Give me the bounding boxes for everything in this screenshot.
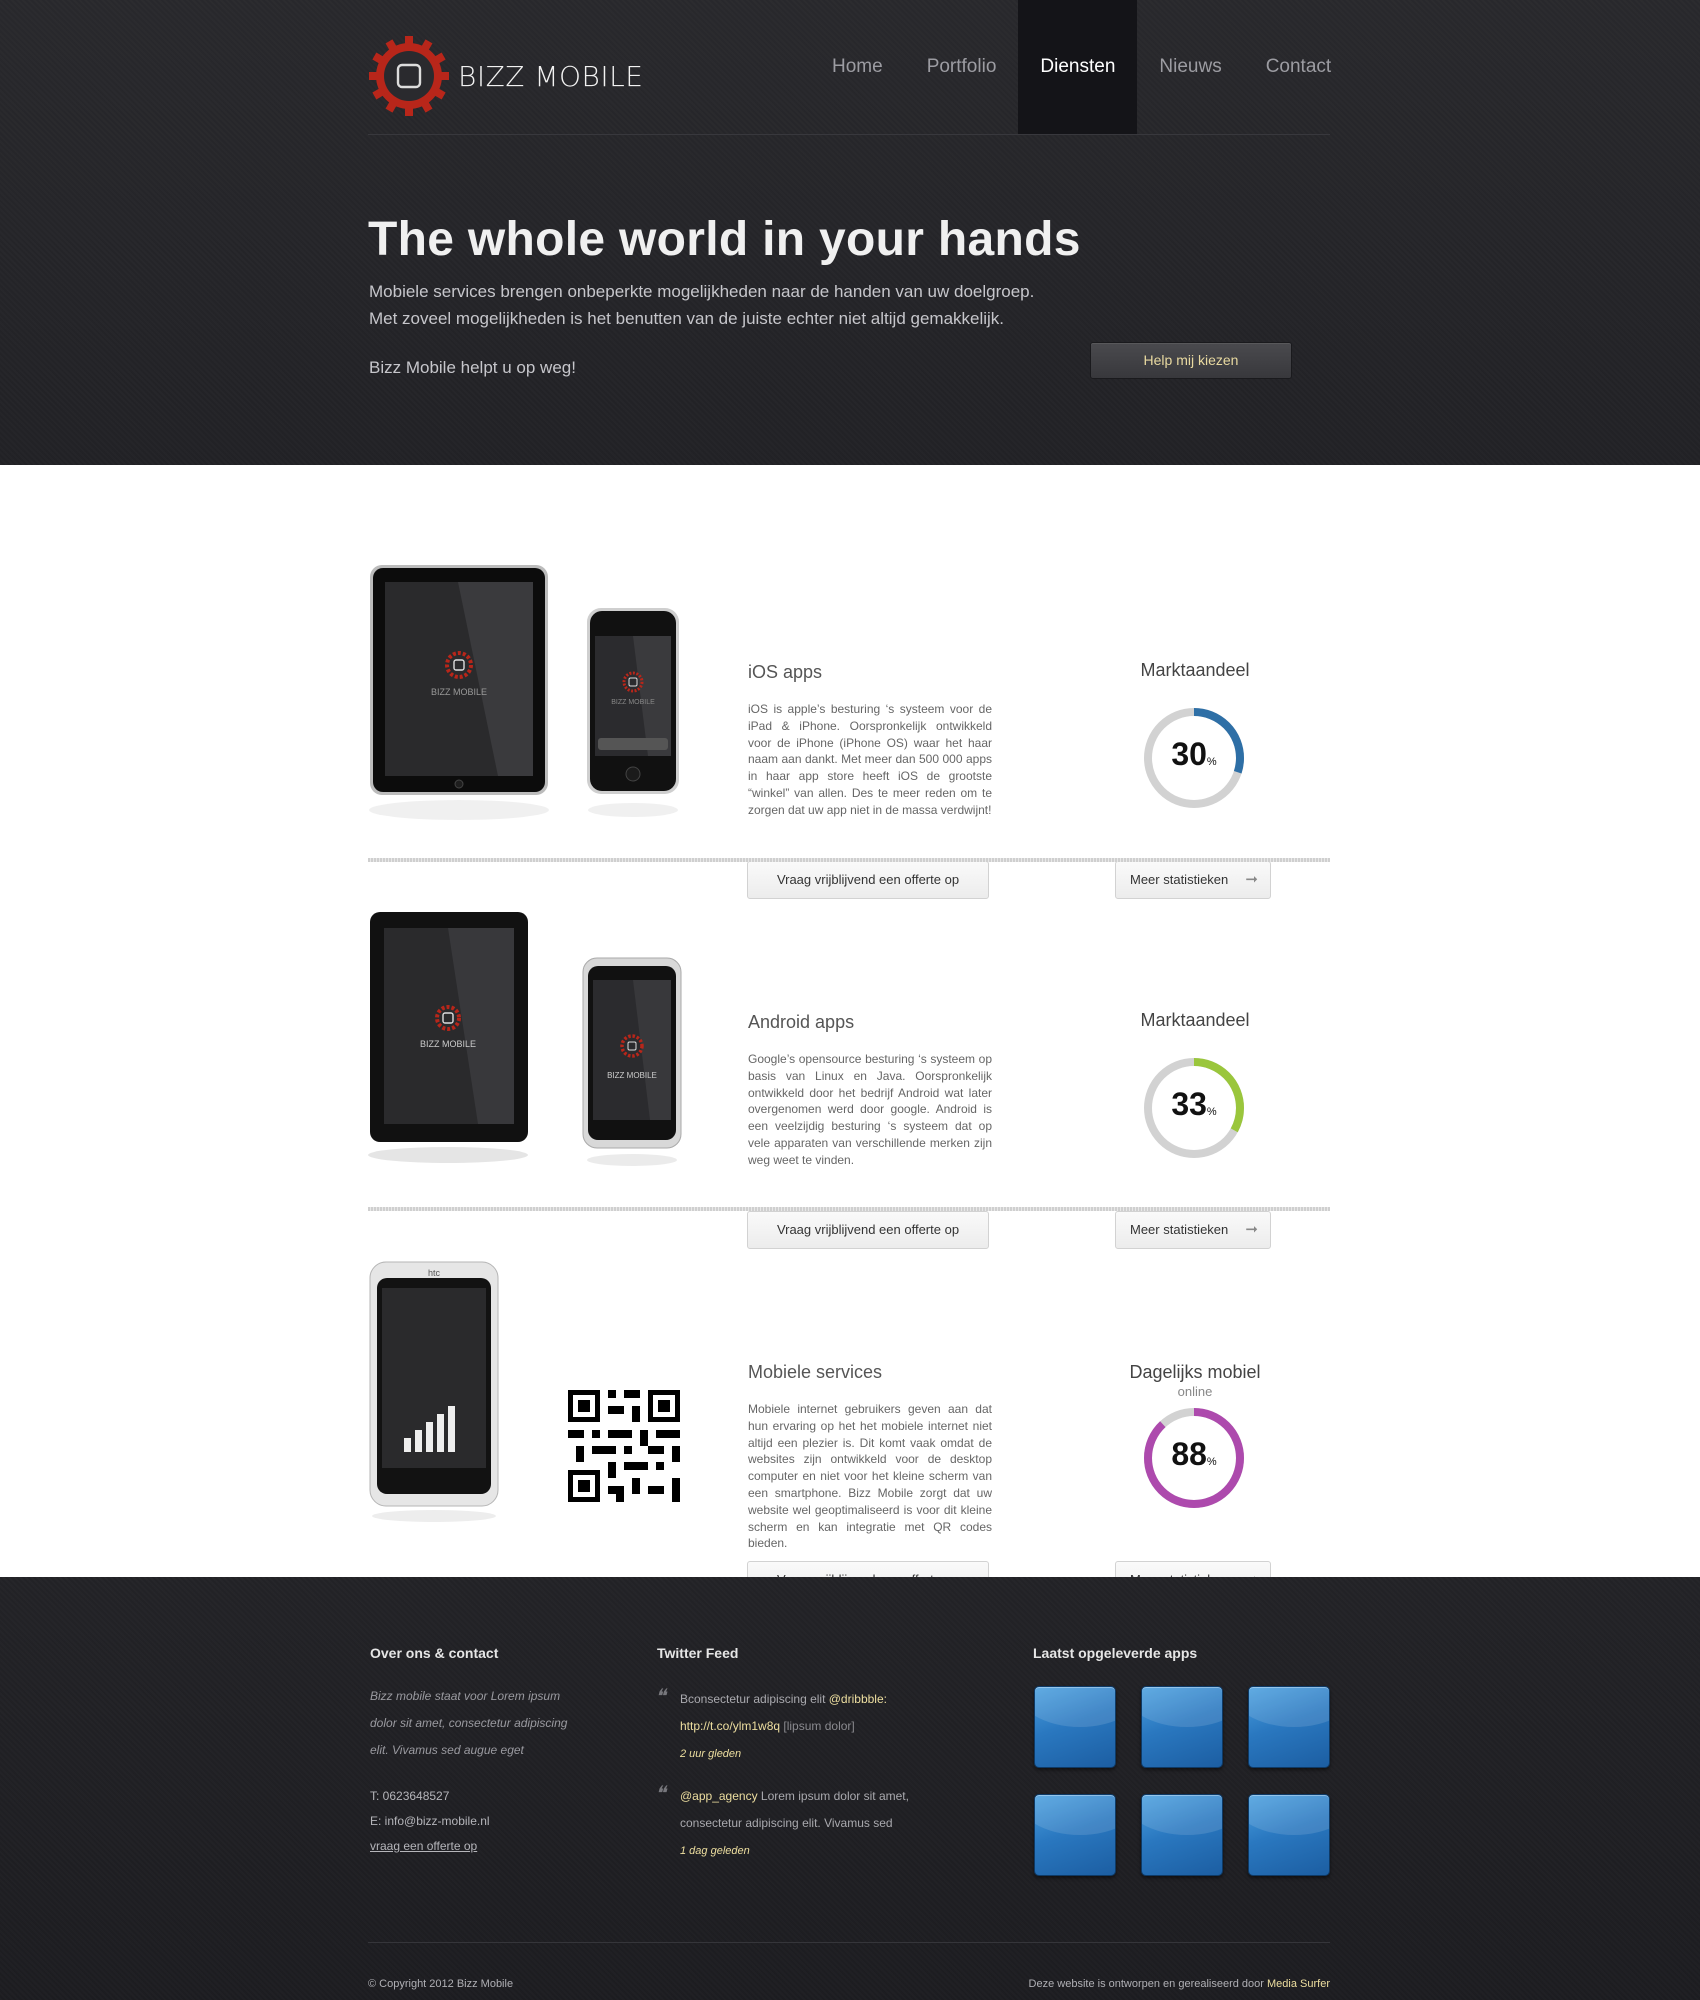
gear-logo-icon[interactable] — [368, 35, 450, 117]
section-divider — [368, 1207, 1330, 1211]
tweet-body: Bconsectetur adipiscing elit — [680, 1692, 829, 1706]
arrow-right-icon: ➞ — [1245, 1221, 1258, 1238]
tweet-time: 2 uur gleden — [680, 1748, 742, 1760]
footer-phone: T: 0623648527 — [370, 1789, 450, 1803]
quote-icon: ❝ — [655, 1781, 666, 1805]
request-quote-button[interactable]: Vraag vrijblijvend een offerte op — [747, 861, 989, 899]
main-nav: Home Portfolio Diensten Nieuws Contact — [810, 0, 1353, 134]
more-stats-label: Meer statistieken — [1130, 1222, 1229, 1237]
service-description: Mobiele internet gebruikers geven aan da… — [748, 1402, 992, 1551]
app-thumbnail[interactable] — [1248, 1794, 1330, 1876]
stat-unit: % — [1206, 1106, 1217, 1118]
footer-quote-link[interactable]: vraag een offerte op — [370, 1839, 477, 1853]
hero-line: Met zoveel mogelijkheden is het benutten… — [369, 309, 1005, 328]
nav-item-portfolio[interactable]: Portfolio — [905, 0, 1019, 134]
tweet-mention[interactable]: @app_agency — [680, 1789, 758, 1803]
stat-value: 33% — [1142, 1086, 1246, 1123]
android-tablet-phone-image: BIZZ MOBILE BIZZ MOBILE — [368, 912, 682, 1166]
service-description: Google’s opensource besturing ‘s systeem… — [748, 1052, 992, 1167]
footer-about-text: Bizz mobile staat voor Lorem ipsum dolor… — [370, 1689, 568, 1757]
service-description: iOS is apple’s besturing ‘s systeem voor… — [748, 702, 992, 817]
app-thumbnail[interactable] — [1141, 1686, 1223, 1768]
nav-item-contact[interactable]: Contact — [1244, 0, 1353, 134]
nav-item-diensten[interactable]: Diensten — [1018, 0, 1138, 134]
device-screen-brand: BIZZ MOBILE — [611, 699, 655, 706]
more-stats-label: Meer statistieken — [1130, 872, 1229, 887]
stat-number: 30 — [1171, 736, 1207, 772]
stat-number: 88 — [1171, 1436, 1207, 1472]
quote-icon: ❝ — [655, 1684, 666, 1708]
stat-title: Marktaandeel — [1140, 660, 1250, 680]
footer-about-title: Over ons & contact — [370, 1645, 499, 1661]
services-section: BIZZ MOBILE BIZZ MOBILE iOS apps iOS is … — [0, 465, 1700, 1599]
ipad-iphone-image: BIZZ MOBILE BIZZ MOBILE — [369, 565, 679, 820]
qr-code-icon — [568, 1390, 680, 1502]
nav-item-nieuws[interactable]: Nieuws — [1137, 0, 1243, 134]
hero-subtext: Bizz Mobile helpt u op weg! — [369, 358, 576, 377]
tweet-link[interactable]: http://t.co/ylm1w8q — [680, 1719, 780, 1733]
credits-link[interactable]: Media Surfer — [1267, 1978, 1330, 1990]
app-thumbnail[interactable] — [1141, 1794, 1223, 1876]
stat-title: Dagelijks mobiel — [1129, 1362, 1261, 1382]
service-mobile: htc Mobiele services Mobiele internet ge… — [0, 1260, 1700, 1610]
stat-number: 33 — [1171, 1086, 1207, 1122]
header-divider — [368, 134, 1330, 135]
stat-value: 30% — [1142, 736, 1246, 773]
htc-phone-qr-image: htc — [369, 1261, 680, 1522]
credits: Deze website is ontworpen en gerealiseer… — [1029, 1978, 1330, 1990]
stat-value: 88% — [1142, 1436, 1246, 1473]
app-thumbnail[interactable] — [1034, 1794, 1116, 1876]
device-screen-brand: BIZZ MOBILE — [607, 1071, 657, 1080]
arrow-right-icon: ➞ — [1245, 871, 1258, 888]
app-thumbnail[interactable] — [1248, 1686, 1330, 1768]
hero-text: Mobiele services brengen onbeperkte moge… — [369, 278, 1034, 332]
copyright: © Copyright 2012 Bizz Mobile — [368, 1978, 514, 1990]
more-stats-button[interactable]: Meer statistieken ➞ — [1115, 1211, 1271, 1249]
app-thumbnail[interactable] — [1034, 1686, 1116, 1768]
tweet-mention[interactable]: @dribbble: — [829, 1692, 887, 1706]
help-me-choose-button[interactable]: Help mij kiezen — [1090, 342, 1292, 379]
hero-title: The whole world in your hands — [368, 213, 1081, 266]
nav-item-home[interactable]: Home — [810, 0, 905, 134]
section-divider — [368, 858, 1330, 862]
credits-text: Deze website is ontworpen en gerealiseer… — [1028, 1978, 1268, 1990]
stat-subtitle: online — [1177, 1384, 1213, 1399]
device-screen-brand: BIZZ MOBILE — [420, 1039, 476, 1049]
stat-unit: % — [1206, 1456, 1217, 1468]
stat-title: Marktaandeel — [1140, 1010, 1250, 1030]
request-quote-button[interactable]: Vraag vrijblijvend een offerte op — [747, 1211, 989, 1249]
service-title: Android apps — [748, 1012, 855, 1032]
tweet-text: Bconsectetur adipiscing elit @dribbble: … — [680, 1686, 920, 1768]
service-title: iOS apps — [748, 662, 823, 682]
footer-apps-title: Laatst opgeleverde apps — [1033, 1645, 1198, 1661]
hero-line: Mobiele services brengen onbeperkte moge… — [369, 282, 1035, 301]
footer-twitter-title: Twitter Feed — [657, 1645, 739, 1661]
footer-divider — [368, 1942, 1330, 1943]
more-stats-button[interactable]: Meer statistieken ➞ — [1115, 861, 1271, 899]
stat-unit: % — [1206, 756, 1217, 768]
tweet-time: 1 dag geleden — [680, 1845, 750, 1857]
brand-name[interactable]: BIZZ MOBILE — [458, 60, 643, 93]
footer-email[interactable]: E: info@bizz-mobile.nl — [370, 1814, 490, 1828]
tweet-body: [lipsum dolor] — [780, 1719, 855, 1733]
service-title: Mobiele services — [748, 1362, 883, 1382]
phone-brand-label: htc — [428, 1268, 441, 1278]
site-header: BIZZ MOBILE Home Portfolio Diensten Nieu… — [0, 0, 1700, 465]
device-screen-brand: BIZZ MOBILE — [431, 687, 487, 697]
tweet-text: @app_agency Lorem ipsum dolor sit amet, … — [680, 1783, 920, 1865]
site-footer: Over ons & contact Bizz mobile staat voo… — [0, 1577, 1700, 2000]
